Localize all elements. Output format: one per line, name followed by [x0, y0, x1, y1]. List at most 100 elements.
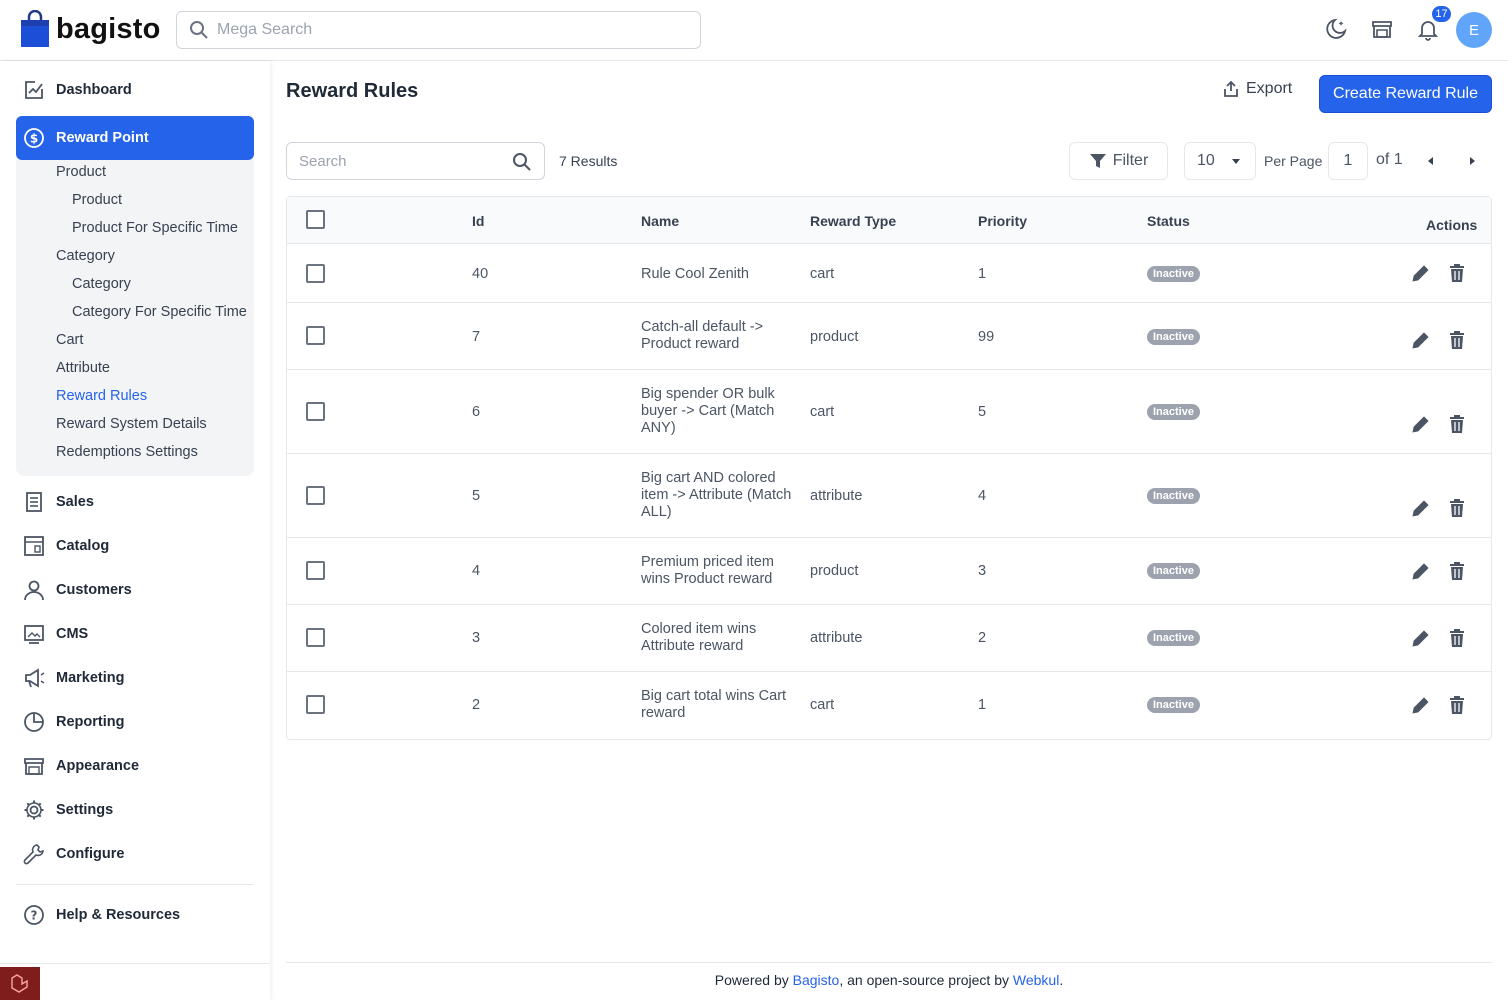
submenu-item-product[interactable]: Product — [72, 192, 122, 208]
submenu-item-category[interactable]: Category — [72, 276, 131, 292]
sidebar-item-label: Configure — [56, 846, 125, 862]
row-checkbox[interactable] — [306, 402, 325, 421]
store-icon — [1372, 21, 1392, 38]
submenu-item-category-specific-time[interactable]: Category For Specific Time — [72, 304, 247, 320]
caret-down-icon — [1232, 159, 1240, 164]
row-checkbox[interactable] — [306, 486, 325, 505]
column-header-name[interactable]: Name — [641, 213, 679, 229]
row-priority: 4 — [978, 488, 987, 504]
sidebar-item-settings[interactable]: Settings — [16, 792, 254, 828]
prev-page-icon[interactable] — [1425, 155, 1437, 167]
datagrid-search-input[interactable] — [299, 152, 509, 170]
row-priority: 1 — [978, 697, 987, 713]
sidebar-item-cms[interactable]: CMS — [16, 616, 254, 652]
edit-button[interactable] — [1410, 627, 1432, 649]
laravel-icon — [11, 973, 28, 993]
reward-point-submenu: Product Product Product For Specific Tim… — [16, 160, 254, 476]
select-all-checkbox[interactable] — [306, 210, 325, 229]
pencil-icon — [1412, 265, 1429, 282]
results-count: 7 Results — [559, 153, 618, 169]
row-id: 2 — [472, 697, 481, 713]
submenu-item-category-group[interactable]: Category — [56, 248, 115, 264]
row-checkbox[interactable] — [306, 561, 325, 580]
reward-rules-table: Id Name Reward Type Priority Status Acti… — [286, 196, 1492, 740]
storefront-link[interactable] — [1369, 16, 1395, 42]
delete-button[interactable] — [1446, 627, 1468, 649]
store-icon — [24, 758, 44, 775]
status-badge: Inactive — [1147, 329, 1200, 345]
sidebar-item-catalog[interactable]: Catalog — [16, 528, 254, 564]
edit-button[interactable] — [1410, 413, 1432, 435]
edit-button[interactable] — [1410, 694, 1432, 716]
wrench-icon — [23, 844, 44, 865]
pencil-icon — [1412, 416, 1429, 433]
mega-search[interactable] — [176, 11, 701, 49]
pie-chart-icon — [24, 712, 44, 732]
delete-button[interactable] — [1446, 497, 1468, 519]
logo[interactable]: bagisto — [20, 10, 161, 48]
delete-button[interactable] — [1446, 694, 1468, 716]
delete-button[interactable] — [1446, 413, 1468, 435]
column-header-id[interactable]: Id — [472, 213, 484, 229]
row-checkbox[interactable] — [306, 695, 325, 714]
filter-button[interactable]: Filter — [1069, 142, 1168, 180]
column-header-reward-type[interactable]: Reward Type — [810, 213, 896, 229]
submenu-item-redemptions-settings[interactable]: Redemptions Settings — [56, 444, 198, 460]
delete-button[interactable] — [1446, 262, 1468, 284]
sidebar-item-marketing[interactable]: Marketing — [16, 660, 254, 696]
sidebar-item-help[interactable]: ? Help & Resources — [16, 897, 254, 933]
debugbar-toggle[interactable] — [0, 967, 40, 1000]
row-checkbox[interactable] — [306, 628, 325, 647]
help-icon: ? — [24, 905, 44, 925]
sidebar-item-reward-point[interactable]: $ Reward Point — [16, 116, 254, 160]
dark-mode-toggle[interactable] — [1323, 16, 1349, 42]
edit-button[interactable] — [1410, 560, 1432, 582]
top-header: bagisto 17 E — [0, 0, 1508, 61]
create-reward-rule-button[interactable]: Create Reward Rule — [1319, 75, 1492, 113]
row-checkbox[interactable] — [306, 264, 325, 283]
search-icon[interactable] — [512, 152, 532, 172]
table-row: 40 Rule Cool Zenith cart 1 Inactive — [287, 244, 1491, 303]
edit-button[interactable] — [1410, 262, 1432, 284]
footer: Powered by Bagisto, an open-source proje… — [286, 972, 1492, 988]
per-page-select[interactable]: 10 — [1184, 142, 1256, 180]
pencil-icon — [1412, 332, 1429, 349]
next-page-icon[interactable] — [1466, 155, 1478, 167]
column-header-status[interactable]: Status — [1147, 213, 1190, 229]
trash-icon — [1450, 696, 1464, 714]
submenu-item-reward-system-details[interactable]: Reward System Details — [56, 416, 207, 432]
submenu-item-product-specific-time[interactable]: Product For Specific Time — [72, 220, 238, 236]
delete-button[interactable] — [1446, 329, 1468, 351]
edit-button[interactable] — [1410, 329, 1432, 351]
column-header-priority[interactable]: Priority — [978, 213, 1027, 229]
table-row: 7 Catch-all default -> Product reward pr… — [287, 303, 1491, 370]
sidebar-item-appearance[interactable]: Appearance — [16, 748, 254, 784]
submenu-item-cart[interactable]: Cart — [56, 332, 83, 348]
row-id: 40 — [472, 266, 489, 282]
sidebar-item-sales[interactable]: Sales — [16, 484, 254, 520]
row-reward-type: product — [810, 329, 859, 345]
sidebar-divider — [16, 884, 254, 885]
cms-icon — [24, 625, 44, 644]
row-id: 4 — [472, 563, 481, 579]
submenu-item-attribute[interactable]: Attribute — [56, 360, 110, 376]
sidebar-item-label: CMS — [56, 626, 89, 642]
sidebar-item-dashboard[interactable]: Dashboard — [16, 72, 254, 108]
sidebar-item-customers[interactable]: Customers — [16, 572, 254, 608]
bagisto-link[interactable]: Bagisto — [793, 972, 840, 988]
sidebar-item-configure[interactable]: Configure — [16, 836, 254, 872]
sidebar-item-reporting[interactable]: Reporting — [16, 704, 254, 740]
row-priority: 1 — [978, 266, 987, 282]
submenu-item-reward-rules[interactable]: Reward Rules — [56, 388, 147, 404]
user-avatar[interactable]: E — [1456, 12, 1492, 48]
page-number-input[interactable]: 1 — [1328, 142, 1368, 180]
edit-button[interactable] — [1410, 497, 1432, 519]
submenu-item-product-group[interactable]: Product — [56, 164, 106, 180]
mega-search-input[interactable] — [217, 21, 667, 39]
export-button[interactable]: Export — [1222, 80, 1292, 98]
delete-button[interactable] — [1446, 560, 1468, 582]
datagrid-search[interactable] — [286, 142, 545, 180]
export-icon — [1224, 80, 1238, 97]
webkul-link[interactable]: Webkul — [1013, 972, 1059, 988]
row-checkbox[interactable] — [306, 326, 325, 345]
